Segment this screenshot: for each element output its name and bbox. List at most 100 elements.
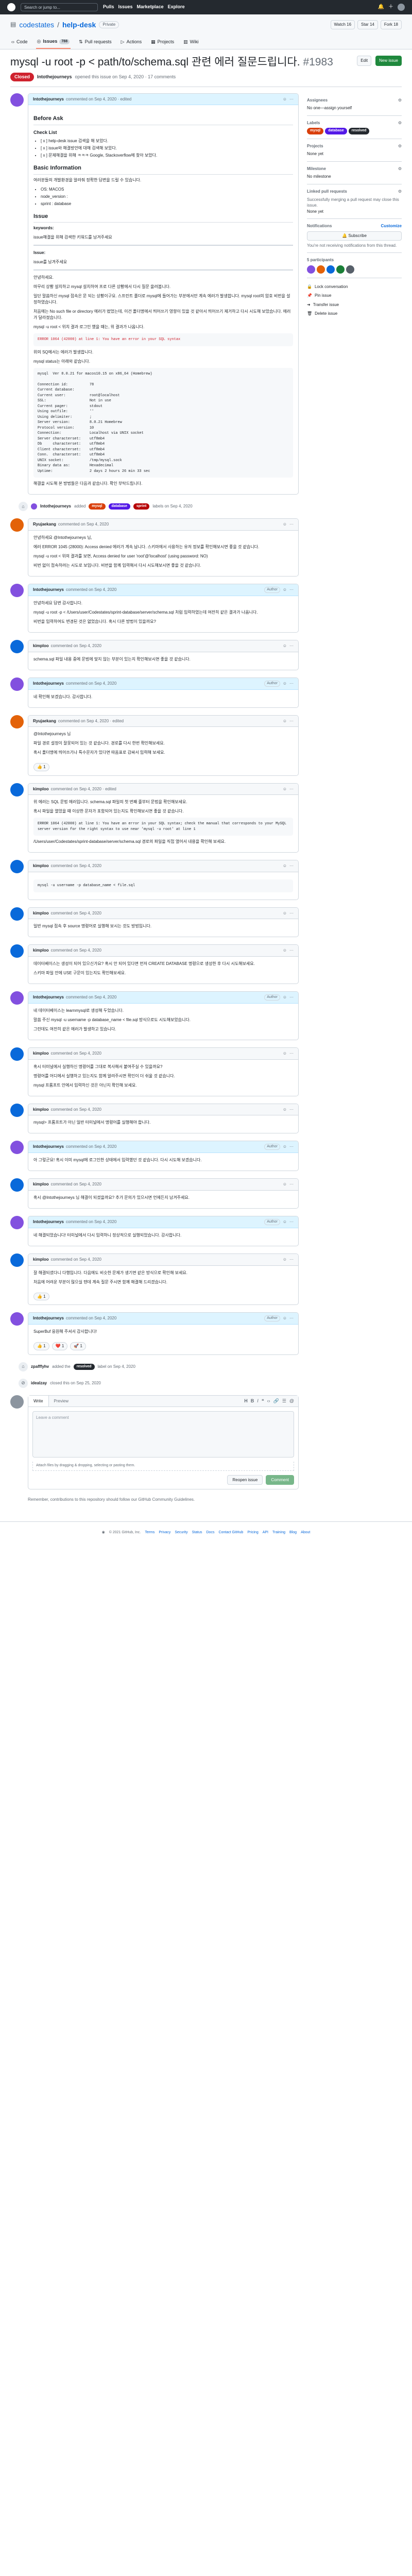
footer-link[interactable]: Privacy <box>159 1530 170 1535</box>
author-avatar[interactable] <box>10 715 24 728</box>
author-avatar[interactable] <box>10 991 24 1005</box>
kebab-menu-icon[interactable]: ··· <box>289 681 294 687</box>
comment-time[interactable]: commented on Sep 4, 2020 <box>58 521 109 528</box>
comment-time[interactable]: commented on Sep 4, 2020 · edited <box>51 786 116 792</box>
bell-icon[interactable]: 🔔 <box>378 4 384 11</box>
comment-author[interactable]: kimploo <box>33 643 49 649</box>
author-avatar[interactable] <box>10 1178 24 1192</box>
smiley-icon[interactable]: ☺ <box>283 1181 287 1188</box>
gear-icon[interactable]: ⚙ <box>398 97 402 104</box>
new-issue-button[interactable]: New issue <box>375 56 402 66</box>
watch-button[interactable]: Watch 16 <box>330 20 355 29</box>
kebab-menu-icon[interactable]: ··· <box>289 1107 294 1113</box>
comment-author[interactable]: kimploo <box>33 1050 49 1057</box>
event-time[interactable]: labels on Sep 4, 2020 <box>152 503 192 510</box>
smiley-icon[interactable]: ☺ <box>283 643 287 649</box>
smiley-icon[interactable]: ☺ <box>283 1107 287 1113</box>
event-time[interactable]: label on Sep 4, 2020 <box>98 1364 135 1370</box>
footer-link[interactable]: Contact GitHub <box>218 1530 243 1535</box>
kebab-menu-icon[interactable]: ··· <box>289 994 294 1001</box>
comment-time[interactable]: commented on Sep 4, 2020 <box>66 1315 116 1321</box>
author-avatar[interactable] <box>10 907 24 921</box>
comment-author[interactable]: Intothejourneys <box>33 1219 64 1225</box>
comment-author[interactable]: Intothejourneys <box>33 681 64 687</box>
participant-avatar[interactable] <box>317 265 325 274</box>
participant-avatar[interactable] <box>307 265 315 274</box>
comment-time[interactable]: commented on Sep 4, 2020 <box>51 643 101 649</box>
author-avatar[interactable] <box>10 1141 24 1155</box>
participant-avatar[interactable] <box>327 265 335 274</box>
reopen-issue-button[interactable]: Reopen issue <box>227 1475 263 1485</box>
comment-author[interactable]: kimploo <box>33 786 49 792</box>
global-search-input[interactable]: Search or jump to... <box>21 3 98 11</box>
attach-files-hint[interactable]: Attach files by dragging & dropping, sel… <box>32 1462 294 1471</box>
reaction-thumbs-up[interactable]: 👍 1 <box>33 763 49 771</box>
nav-issues[interactable]: Issues <box>118 4 133 10</box>
participant-avatar[interactable] <box>336 265 345 274</box>
comment-time[interactable]: commented on Sep 4, 2020 <box>66 1219 116 1225</box>
link-icon[interactable]: 🔗 <box>273 1398 279 1404</box>
bold-icon[interactable]: B <box>251 1398 254 1404</box>
subscribe-button[interactable]: 🔔 Subscribe <box>307 231 402 241</box>
issue-author-link[interactable]: Intothejourneys <box>37 74 72 80</box>
comment-author[interactable]: Intothejourneys <box>33 96 64 103</box>
author-avatar[interactable] <box>10 1047 24 1061</box>
fork-button[interactable]: Fork 18 <box>380 20 402 29</box>
comment-author[interactable]: kimploo <box>33 947 49 954</box>
nav-pulls[interactable]: Pulls <box>103 4 114 10</box>
kebab-menu-icon[interactable]: ··· <box>289 1219 294 1225</box>
author-avatar[interactable] <box>10 583 24 597</box>
comment-author[interactable]: kimploo <box>33 910 49 917</box>
smiley-icon[interactable]: ☺ <box>283 786 287 792</box>
tab-issues[interactable]: ◎ Issues 788 <box>36 35 71 49</box>
nav-explore[interactable]: Explore <box>168 4 185 10</box>
comment-author[interactable]: Intothejourneys <box>33 1315 64 1321</box>
sidebar-label-mysql[interactable]: mysql <box>307 128 324 134</box>
comment-author[interactable]: Ryujaekang <box>33 521 56 528</box>
plus-icon[interactable]: ＋ <box>388 4 393 11</box>
comment-author[interactable]: kimploo <box>33 863 49 869</box>
comment-time[interactable]: commented on Sep 4, 2020 <box>51 863 101 869</box>
author-avatar[interactable] <box>10 518 24 532</box>
comment-time[interactable]: commented on Sep 4, 2020 <box>51 1257 101 1263</box>
comment-time[interactable]: commented on Sep 4, 2020 · edited <box>58 718 124 724</box>
smiley-icon[interactable]: ☺ <box>283 994 287 1001</box>
smiley-icon[interactable]: ☺ <box>283 910 287 917</box>
label-database[interactable]: database <box>108 503 130 510</box>
tab-wiki[interactable]: ▥ Wiki <box>182 35 200 49</box>
author-avatar[interactable] <box>10 944 24 958</box>
event-label[interactable]: resolved <box>73 1363 95 1370</box>
kebab-menu-icon[interactable]: ··· <box>289 643 294 649</box>
gear-icon[interactable]: ⚙ <box>398 189 402 195</box>
edit-title-button[interactable]: Edit <box>357 56 372 66</box>
smiley-icon[interactable]: ☺ <box>283 521 287 528</box>
footer-link[interactable]: Docs <box>207 1530 215 1535</box>
author-avatar[interactable] <box>10 1215 24 1229</box>
comment-time[interactable]: commented on Sep 4, 2020 <box>51 910 101 917</box>
github-logo-icon[interactable] <box>7 3 15 11</box>
label-mysql[interactable]: mysql <box>89 503 106 510</box>
label-sprint[interactable]: sprint <box>133 503 150 510</box>
comment-time[interactable]: commented on Sep 4, 2020 <box>51 1107 101 1113</box>
comment-time[interactable]: commented on Sep 4, 2020 <box>51 947 101 954</box>
footer-link[interactable]: Training <box>272 1530 285 1535</box>
user-avatar[interactable] <box>398 4 405 11</box>
star-button[interactable]: Star 14 <box>357 20 378 29</box>
reaction-button[interactable]: 👍 1 <box>33 1342 49 1350</box>
author-avatar[interactable] <box>10 1103 24 1117</box>
author-avatar[interactable] <box>10 639 24 653</box>
event-avatar[interactable] <box>31 503 37 510</box>
smiley-icon[interactable]: ☺ <box>283 947 287 954</box>
code-icon[interactable]: ‹› <box>267 1398 270 1404</box>
smiley-icon[interactable]: ☺ <box>283 1219 287 1225</box>
comment-time[interactable]: commented on Sep 4, 2020 <box>66 1144 116 1150</box>
assignees-value[interactable]: No one—assign yourself <box>307 105 402 111</box>
comment-author[interactable]: kimploo <box>33 1257 49 1263</box>
nav-marketplace[interactable]: Marketplace <box>137 4 164 10</box>
customize-link[interactable]: Customize <box>381 223 402 229</box>
smiley-icon[interactable]: ☺ <box>283 1257 287 1263</box>
footer-link[interactable]: API <box>263 1530 268 1535</box>
comment-time[interactable]: commented on Sep 4, 2020 <box>51 1050 101 1057</box>
reaction-button[interactable]: ❤️ 1 <box>52 1342 68 1350</box>
comment-time[interactable]: commented on Sep 4, 2020 <box>66 681 116 687</box>
